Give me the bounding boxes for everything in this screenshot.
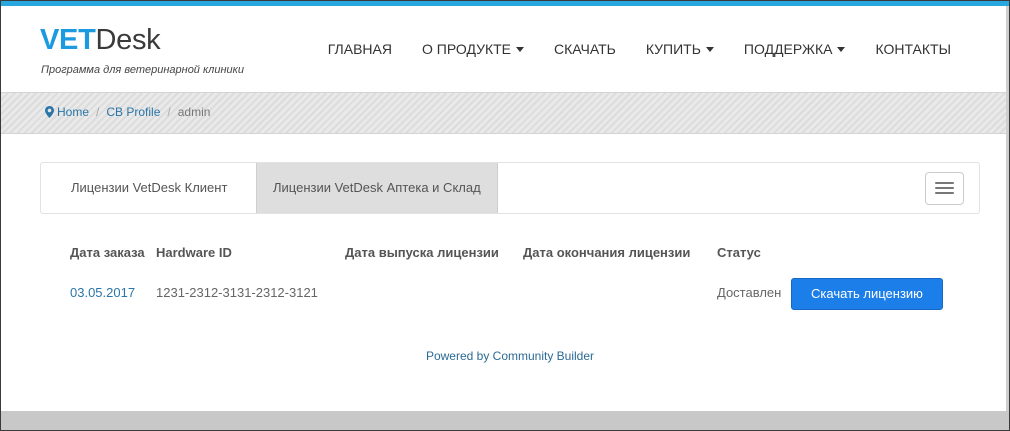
col-header-expiry-date: Дата окончания лицензии [523,245,691,260]
nav-item-download[interactable]: СКАЧАТЬ [539,41,631,57]
hamburger-line [935,192,954,194]
site-logo[interactable]: VETDesk [40,24,161,57]
footer-bar [1,411,1009,430]
hamburger-line [935,182,954,184]
site-header: VETDesk Программа для ветеринарной клини… [1,6,1006,92]
menu-toggle-button[interactable] [925,172,964,205]
col-header-issue-date: Дата выпуска лицензии [345,245,499,260]
cell-hardware-id: 1231-2312-3131-2312-3121 [156,285,318,300]
breadcrumb-home-link[interactable]: Home [57,105,89,119]
nav-item-contacts[interactable]: КОНТАКТЫ [860,41,966,57]
caret-down-icon [705,46,714,52]
nav-item-home[interactable]: ГЛАВНАЯ [313,41,407,57]
caret-down-icon [837,46,846,52]
breadcrumb: Home / CB Profile / admin [45,105,210,119]
nav-label: О ПРОДУКТЕ [421,41,512,57]
caret-down-icon [516,46,525,52]
col-header-order-date: Дата заказа [70,245,145,260]
cell-order-date[interactable]: 03.05.2017 [70,285,135,300]
nav-label: СКАЧАТЬ [554,41,616,57]
nav-label: КОНТАКТЫ [875,41,951,57]
nav-item-buy[interactable]: КУПИТЬ [631,41,729,57]
site-tagline: Программа для ветеринарной клиники [41,64,244,76]
logo-rest: Desk [95,24,161,56]
breadcrumb-profile-link[interactable]: CB Profile [106,105,160,119]
breadcrumb-current: admin [177,105,211,119]
breadcrumb-bar: Home / CB Profile / admin [1,92,1006,134]
tab-pharmacy-licenses[interactable]: Лицензии VetDesk Аптека и Склад [256,163,498,213]
nav-label: КУПИТЬ [645,41,701,57]
breadcrumb-separator: / [96,105,100,119]
nav-item-support[interactable]: ПОДДЕРЖКА [729,41,861,57]
col-header-status: Статус [717,245,761,260]
cell-status: Доставлен [717,285,782,300]
logo-bold: VET [40,24,96,56]
map-marker-icon [45,106,54,118]
nav-item-about[interactable]: О ПРОДУКТЕ [407,41,539,57]
nav-label: ГЛАВНАЯ [327,41,392,57]
col-header-hardware-id: Hardware ID [156,245,232,260]
powered-by-link[interactable]: Powered by Community Builder [1,349,1009,363]
tab-client-licenses[interactable]: Лицензии VetDesk Клиент [55,163,243,213]
page-frame: VETDesk Программа для ветеринарной клини… [0,0,1010,431]
main-nav: ГЛАВНАЯ О ПРОДУКТЕ СКАЧАТЬ КУПИТЬ ПОДДЕР… [313,41,966,57]
breadcrumb-separator: / [167,105,171,119]
license-tabs: Лицензии VetDesk Клиент Лицензии VetDesk… [40,162,980,214]
download-license-button[interactable]: Скачать лицензию [791,278,943,310]
nav-label: ПОДДЕРЖКА [743,41,833,57]
hamburger-line [935,187,954,189]
